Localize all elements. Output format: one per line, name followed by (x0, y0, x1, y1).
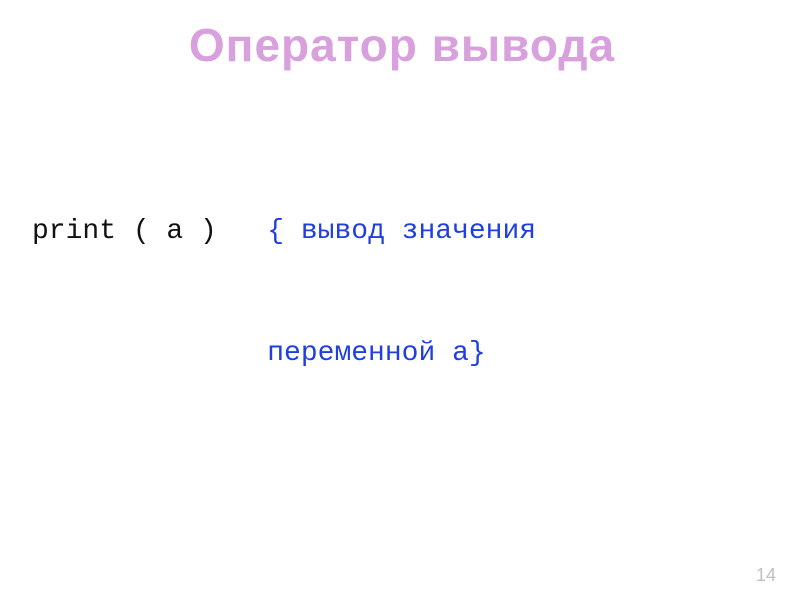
page-number: 14 (756, 565, 776, 586)
blank-1 (32, 455, 772, 496)
stmt-1a: print ( a ) (32, 216, 267, 247)
comment-1b: переменной a} (32, 334, 772, 375)
code-block: print ( a ) { вывод значения переменной … (32, 90, 772, 600)
slide-frame: Оператор вывода print ( a ) { вывод знач… (0, 0, 800, 600)
comment-1a: { вывод значения (267, 216, 536, 247)
code-line-1: print ( a ) { вывод значения (32, 212, 772, 253)
slide-title: Оператор вывода (32, 18, 772, 72)
